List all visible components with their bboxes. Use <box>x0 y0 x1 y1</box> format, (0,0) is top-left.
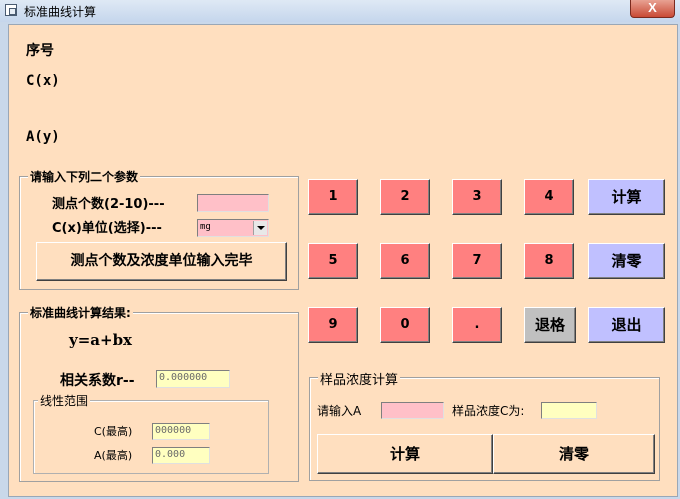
result-group-title: 标准曲线计算结果: <box>28 304 133 321</box>
key-5[interactable]: 5 <box>308 243 358 279</box>
confirm-params-button[interactable]: 测点个数及浓度单位输入完毕 <box>36 242 287 281</box>
app-window: 标准曲线计算 X 序号 C(x) A(y) 请输入下列二个参数 测点个数(2-1… <box>0 0 680 499</box>
sample-clear-button[interactable]: 清零 <box>493 434 655 474</box>
title-bar: 标准曲线计算 X <box>0 0 680 22</box>
sample-output-label: 样品浓度C为: <box>452 404 525 418</box>
exit-button[interactable]: 退出 <box>588 307 665 343</box>
backspace-button[interactable]: 退格 <box>524 307 576 343</box>
c-max-label: C(最高) <box>94 425 133 438</box>
sample-calc-button[interactable]: 计算 <box>317 434 493 474</box>
points-input[interactable] <box>197 194 269 212</box>
points-label: 测点个数(2-10)--- <box>52 197 165 212</box>
window-title: 标准曲线计算 <box>24 5 97 19</box>
sample-input-label: 请输入A <box>317 404 362 418</box>
params-group: 请输入下列二个参数 测点个数(2-10)--- C(x)单位(选择)--- mg… <box>19 168 299 290</box>
main-panel: 序号 C(x) A(y) 请输入下列二个参数 测点个数(2-10)--- C(x… <box>8 24 678 497</box>
unit-select-value: mg <box>200 222 211 232</box>
unit-select[interactable]: mg <box>197 219 269 237</box>
key-1[interactable]: 1 <box>308 179 358 215</box>
linear-range-group: 线性范围 C(最高) 000000 A(最高) 0.000 <box>33 392 269 474</box>
ay-label: A(y) <box>26 129 60 145</box>
calc-button[interactable]: 计算 <box>588 179 665 215</box>
c-max-field: 000000 <box>152 423 210 440</box>
a-max-field: 0.000 <box>152 447 210 464</box>
cx-label: C(x) <box>26 73 60 89</box>
sample-output-field <box>541 402 597 419</box>
close-icon: X <box>648 0 657 15</box>
key-6[interactable]: 6 <box>380 243 430 279</box>
key-8[interactable]: 8 <box>524 243 574 279</box>
close-button[interactable]: X <box>630 0 675 18</box>
unit-label: C(x)单位(选择)--- <box>52 221 162 236</box>
r-label: 相关系数r-- <box>60 373 135 389</box>
linear-range-title: 线性范围 <box>38 392 91 409</box>
seq-label: 序号 <box>26 43 54 59</box>
key-0[interactable]: 0 <box>380 307 430 343</box>
sample-input-field[interactable] <box>381 402 444 419</box>
key-3[interactable]: 3 <box>452 179 502 215</box>
key-2[interactable]: 2 <box>380 179 430 215</box>
equation-label: y=a+bx <box>69 331 133 349</box>
key-9[interactable]: 9 <box>308 307 358 343</box>
r-value-field: 0.000000 <box>156 370 230 388</box>
sample-group-title: 样品浓度计算 <box>318 369 401 388</box>
window-app-icon <box>5 4 17 16</box>
key-dot[interactable]: . <box>452 307 502 343</box>
params-group-title: 请输入下列二个参数 <box>28 168 141 185</box>
chevron-down-icon[interactable] <box>253 221 267 235</box>
result-group: 标准曲线计算结果: y=a+bx 相关系数r-- 0.000000 线性范围 C… <box>19 304 299 482</box>
key-4[interactable]: 4 <box>524 179 574 215</box>
key-7[interactable]: 7 <box>452 243 502 279</box>
sample-group: 样品浓度计算 请输入A 样品浓度C为: 计算 清零 <box>309 369 660 481</box>
clear-button[interactable]: 清零 <box>588 243 665 279</box>
a-max-label: A(最高) <box>94 449 133 462</box>
